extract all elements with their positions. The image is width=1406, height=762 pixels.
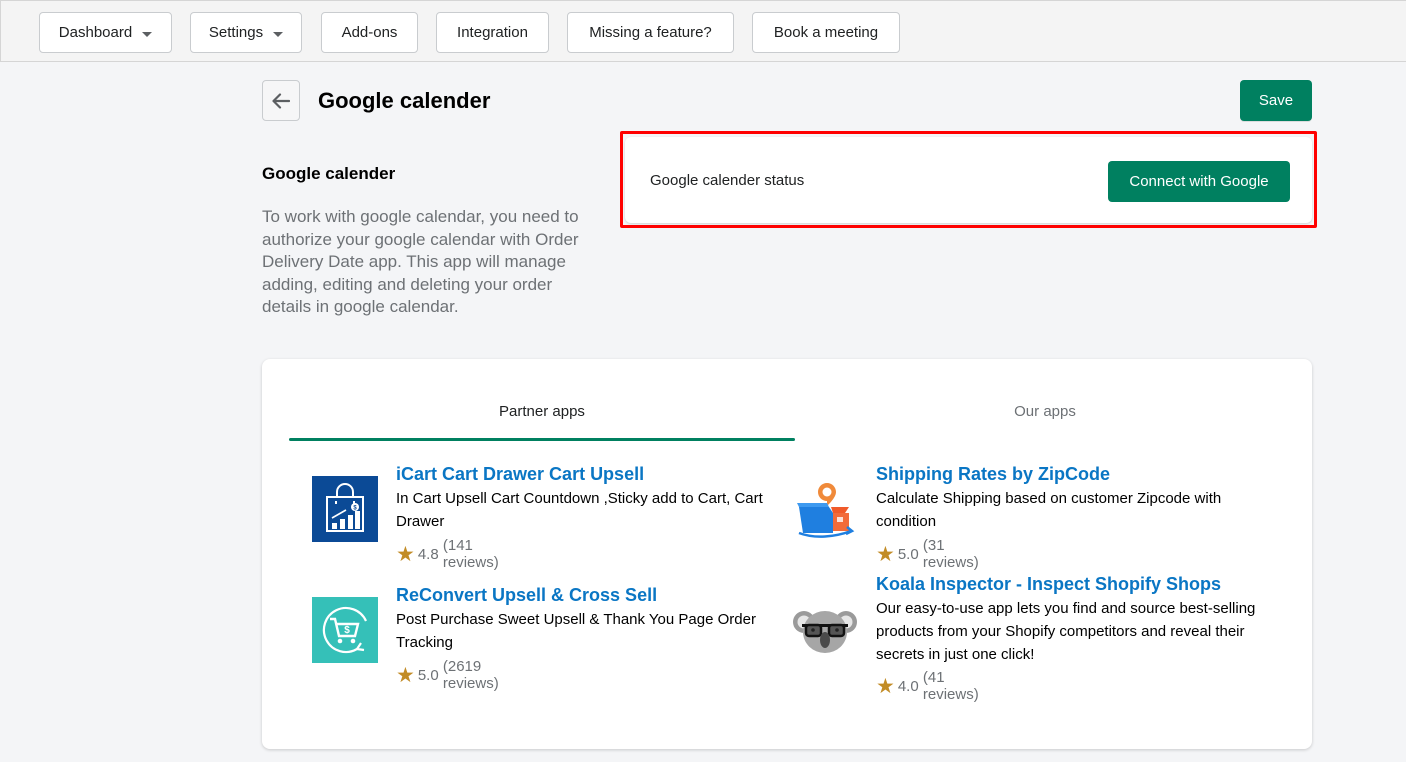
- review-count: (41 reviews): [922, 669, 979, 703]
- app-name-link[interactable]: Koala Inspector - Inspect Shopify Shops: [876, 574, 1221, 595]
- tab-our-apps[interactable]: Our apps: [795, 359, 1295, 441]
- active-tab-indicator: [289, 438, 795, 441]
- shopping-bag-chart-icon[interactable]: $: [312, 476, 378, 542]
- nav-addons-label: Add-ons: [341, 24, 398, 41]
- save-button[interactable]: Save: [1240, 80, 1312, 121]
- section-title: Google calender: [262, 164, 396, 183]
- star-icon: ★: [396, 663, 415, 687]
- app-description: Our easy-to-use app lets you find and so…: [876, 600, 1256, 663]
- chevron-down-icon: [273, 31, 284, 37]
- nav-addons-button[interactable]: Add-ons: [321, 12, 418, 53]
- star-icon: ★: [876, 542, 895, 566]
- koala-glasses-icon[interactable]: [792, 597, 858, 663]
- nav-missing-feature-button[interactable]: Missing a feature?: [567, 12, 734, 53]
- rating-value: 4.0: [897, 677, 919, 695]
- review-count: (2619 reviews): [442, 658, 499, 692]
- google-calendar-status-card: Google calender status Connect with Goog…: [625, 137, 1312, 223]
- svg-text:$: $: [344, 625, 350, 636]
- app-rating: ★ 5.0 (31 reviews): [876, 537, 979, 571]
- nav-book-meeting-label: Book a meeting: [773, 24, 879, 41]
- section-description: To work with google calendar, you need t…: [262, 207, 579, 317]
- back-button[interactable]: [262, 80, 300, 121]
- tab-partner-apps[interactable]: Partner apps: [289, 359, 795, 441]
- app-name-link[interactable]: Shipping Rates by ZipCode: [876, 464, 1110, 485]
- app-name-link[interactable]: iCart Cart Drawer Cart Upsell: [396, 464, 644, 485]
- nav-integration-button[interactable]: Integration: [436, 12, 549, 53]
- top-nav-bar: Dashboard Settings Add-ons Integration M…: [0, 0, 1406, 62]
- chevron-down-icon: [142, 31, 153, 37]
- app-description: Post Purchase Sweet Upsell & Thank You P…: [396, 611, 756, 651]
- nav-missing-feature-label: Missing a feature?: [589, 24, 712, 41]
- apps-card: Partner apps Our apps $ iCart Cart Drawe…: [262, 359, 1312, 749]
- review-count: (31 reviews): [922, 537, 979, 571]
- connect-with-google-button[interactable]: Connect with Google: [1108, 161, 1290, 202]
- rating-value: 5.0: [417, 666, 439, 684]
- nav-settings-button[interactable]: Settings: [190, 12, 302, 53]
- arrow-left-icon: [272, 92, 290, 109]
- status-label: Google calender status: [650, 172, 805, 189]
- app-description: In Cart Upsell Cart Countdown ,Sticky ad…: [396, 490, 763, 530]
- page-title: Google calender: [318, 88, 491, 113]
- star-icon: ★: [876, 674, 895, 698]
- star-icon: ★: [396, 542, 415, 566]
- rating-value: 5.0: [897, 545, 919, 563]
- nav-dashboard-button[interactable]: Dashboard: [39, 12, 172, 53]
- app-rating: ★ 5.0 (2619 reviews): [396, 658, 499, 692]
- nav-dashboard-label: Dashboard: [58, 24, 133, 41]
- rating-value: 4.8: [417, 545, 439, 563]
- review-count: (141 reviews): [442, 537, 499, 571]
- cart-cycle-icon[interactable]: $: [312, 597, 378, 663]
- nav-book-meeting-button[interactable]: Book a meeting: [752, 12, 900, 53]
- nav-settings-label: Settings: [208, 24, 264, 41]
- app-rating: ★ 4.0 (41 reviews): [876, 669, 979, 703]
- nav-integration-label: Integration: [457, 24, 528, 41]
- app-name-link[interactable]: ReConvert Upsell & Cross Sell: [396, 585, 657, 606]
- app-description: Calculate Shipping based on customer Zip…: [876, 490, 1222, 530]
- app-rating: ★ 4.8 (141 reviews): [396, 537, 499, 571]
- shipping-box-pin-icon[interactable]: [792, 476, 858, 542]
